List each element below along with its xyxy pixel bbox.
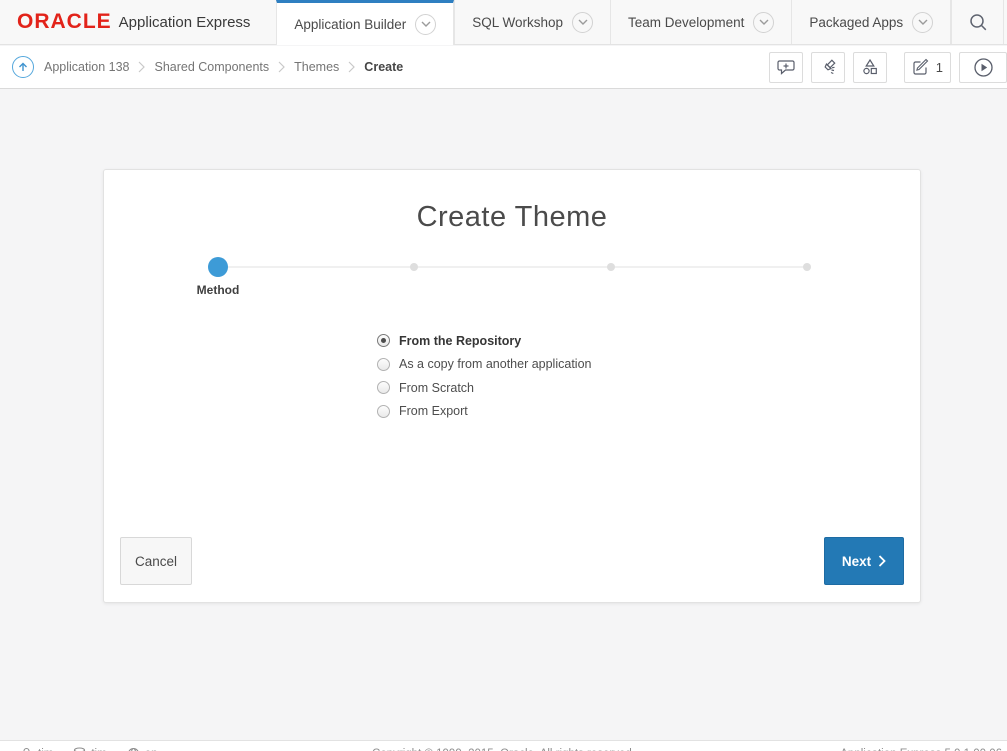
- flashlight-icon: [819, 58, 837, 76]
- wizard-step-current-dot: [208, 257, 228, 277]
- edit-pencil-icon: [912, 58, 930, 76]
- header-icon-group: ?: [951, 0, 1007, 44]
- chevron-right-icon: [878, 555, 886, 567]
- next-button-label: Next: [842, 554, 871, 569]
- oracle-logo: ORACLE Application Express: [0, 0, 276, 44]
- radio-button-icon[interactable]: [377, 334, 390, 347]
- radio-option-from-repository[interactable]: From the Repository: [377, 329, 591, 353]
- radio-option-label[interactable]: As a copy from another application: [399, 357, 591, 371]
- radio-option-label[interactable]: From Scratch: [399, 381, 474, 395]
- radio-option-from-scratch[interactable]: From Scratch: [377, 376, 591, 400]
- page-footer: tim tim en Copyright © 1999, 2015, Oracl…: [0, 740, 1007, 751]
- radio-button-icon[interactable]: [377, 358, 390, 371]
- tab-packaged-apps[interactable]: Packaged Apps: [791, 0, 951, 44]
- cancel-button[interactable]: Cancel: [120, 537, 192, 585]
- shapes-icon: [861, 58, 879, 76]
- radio-option-label[interactable]: From Export: [399, 404, 468, 418]
- tab-sql-workshop[interactable]: SQL Workshop: [454, 0, 610, 44]
- breadcrumb-separator-icon: [278, 61, 285, 73]
- breadcrumb-separator-icon: [348, 61, 355, 73]
- breadcrumb-separator-icon: [138, 61, 145, 73]
- chevron-down-icon[interactable]: [415, 14, 436, 35]
- wizard-step-pending-dot: [607, 263, 615, 271]
- arrow-up-icon: [17, 61, 29, 73]
- wizard-step-pending-dot: [410, 263, 418, 271]
- product-name-text: Application Express: [119, 14, 251, 31]
- wizard-step-pending-dot: [803, 263, 811, 271]
- chevron-down-icon[interactable]: [912, 12, 933, 33]
- up-one-level-button[interactable]: [12, 56, 34, 78]
- chevron-down-icon[interactable]: [572, 12, 593, 33]
- edit-page-number: 1: [936, 60, 943, 75]
- breadcrumb-create: Create: [364, 60, 403, 74]
- tab-label: SQL Workshop: [472, 15, 563, 30]
- feedback-bubble-icon: [777, 59, 795, 76]
- developer-toolbar: 1: [769, 52, 1007, 83]
- tab-label: Application Builder: [294, 17, 406, 32]
- top-navigation-bar: ORACLE Application Express Application B…: [0, 0, 1007, 45]
- play-icon: [973, 57, 994, 78]
- radio-option-copy-from-application[interactable]: As a copy from another application: [377, 353, 591, 377]
- tab-team-development[interactable]: Team Development: [610, 0, 791, 44]
- edit-page-button[interactable]: 1: [904, 52, 951, 83]
- method-radio-group: From the Repository As a copy from anoth…: [377, 329, 591, 423]
- chevron-down-icon[interactable]: [753, 12, 774, 33]
- radio-option-label[interactable]: From the Repository: [399, 334, 521, 348]
- radio-button-icon[interactable]: [377, 405, 390, 418]
- radio-button-icon[interactable]: [377, 381, 390, 394]
- search-icon: [968, 12, 988, 32]
- breadcrumb-themes[interactable]: Themes: [294, 60, 339, 74]
- administration-menu-button[interactable]: [1003, 0, 1007, 44]
- search-button[interactable]: [951, 0, 1003, 44]
- feedback-button[interactable]: [769, 52, 803, 83]
- tab-application-builder[interactable]: Application Builder: [276, 0, 454, 45]
- breadcrumb-application[interactable]: Application 138: [44, 60, 129, 74]
- wizard-step-label: Method: [178, 283, 258, 297]
- run-application-button[interactable]: [959, 52, 1007, 83]
- oracle-brand-text: ORACLE: [17, 10, 112, 34]
- spotlight-search-button[interactable]: [811, 52, 845, 83]
- breadcrumb-shared-components[interactable]: Shared Components: [154, 60, 269, 74]
- wizard-progress-track: [218, 266, 807, 268]
- breadcrumb-bar: Application 138 Shared Components Themes…: [0, 46, 1007, 89]
- next-button[interactable]: Next: [824, 537, 904, 585]
- create-theme-wizard-card: Create Theme Method From the Repository …: [103, 169, 921, 603]
- tab-label: Packaged Apps: [809, 15, 903, 30]
- breadcrumb: Application 138 Shared Components Themes…: [44, 60, 403, 74]
- tab-label: Team Development: [628, 15, 744, 30]
- radio-option-from-export[interactable]: From Export: [377, 400, 591, 424]
- page-title: Create Theme: [104, 201, 920, 234]
- shared-components-button[interactable]: [853, 52, 887, 83]
